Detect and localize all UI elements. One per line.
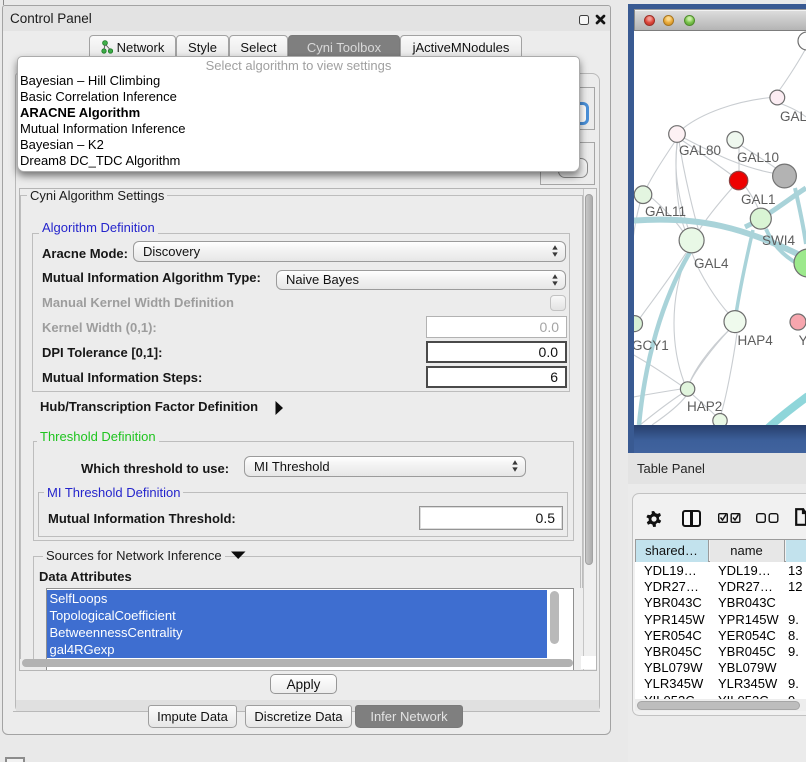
svg-text:HAP2: HAP2 [687,399,722,414]
svg-text:GAL10: GAL10 [737,150,779,165]
svg-text:HAP4: HAP4 [738,333,774,348]
svg-text:GCY1: GCY1 [634,338,669,353]
svg-text:GAL: GAL [780,109,806,124]
svg-text:GAL4: GAL4 [694,256,729,271]
svg-text:GAL1: GAL1 [741,192,776,207]
svg-text:GAL11: GAL11 [645,204,686,219]
svg-text:Y: Y [799,333,806,348]
svg-text:SWI4: SWI4 [762,233,795,248]
svg-text:GAL80: GAL80 [679,143,721,158]
